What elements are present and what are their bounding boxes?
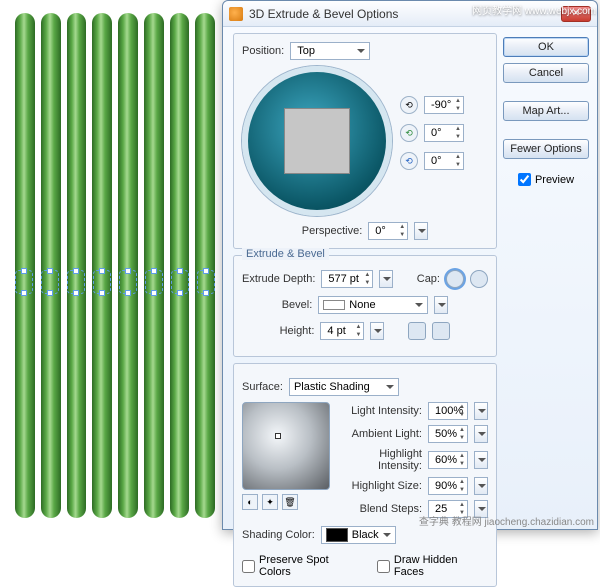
highlight-intensity-input[interactable]: 60%▲▼	[428, 451, 468, 469]
ok-button[interactable]: OK	[503, 37, 589, 57]
bevel-extent-out-icon[interactable]	[432, 322, 450, 340]
map-art-button[interactable]: Map Art...	[503, 101, 589, 121]
tube[interactable]	[170, 13, 190, 518]
blend-steps-input[interactable]: 25▲▼	[428, 500, 468, 518]
highlight-intensity-dd[interactable]	[474, 451, 488, 469]
light-intensity-dd[interactable]	[474, 402, 488, 420]
lighting-preview[interactable]	[242, 402, 330, 490]
bevel-height-dropdown[interactable]	[370, 322, 384, 340]
blend-steps-dd[interactable]	[474, 500, 488, 518]
dialog-title: 3D Extrude & Bevel Options	[249, 7, 398, 21]
bevel-height-label: Height:	[280, 325, 315, 337]
cap-label: Cap:	[417, 273, 440, 285]
rotate-x-input[interactable]: -90° ▲▼	[424, 96, 464, 114]
tube[interactable]	[41, 13, 61, 518]
tube[interactable]	[195, 13, 215, 518]
fewer-options-button[interactable]: Fewer Options	[503, 139, 589, 159]
light-intensity-label: Light Intensity:	[340, 405, 422, 417]
move-light-back-icon[interactable]: ◐	[242, 494, 258, 510]
rotate-z-input[interactable]: 0° ▲▼	[424, 152, 464, 170]
highlight-intensity-label: Highlight Intensity:	[340, 448, 422, 472]
position-group: Position: Top ⟲ -90° ▲▼	[233, 33, 497, 249]
rotate-y-input[interactable]: 0° ▲▼	[424, 124, 464, 142]
delete-light-icon[interactable]: 🗑	[282, 494, 298, 510]
tube[interactable]	[15, 13, 35, 518]
extrude-bevel-title: Extrude & Bevel	[242, 248, 329, 260]
blend-steps-label: Blend Steps:	[340, 503, 422, 515]
light-intensity-input[interactable]: 100%▲▼	[428, 402, 468, 420]
tube[interactable]	[67, 13, 87, 518]
dialog-titlebar[interactable]: 3D Extrude & Bevel Options ✕	[223, 1, 597, 27]
cap-off-icon[interactable]	[470, 270, 488, 288]
ambient-input[interactable]: 50%▲▼	[428, 425, 468, 443]
position-label: Position:	[242, 45, 284, 57]
surface-select[interactable]: Plastic Shading	[289, 378, 399, 396]
highlight-size-label: Highlight Size:	[340, 480, 422, 492]
rotate-x-icon[interactable]: ⟲	[400, 96, 418, 114]
app-icon	[229, 7, 243, 21]
window-close-button[interactable]: ✕	[561, 6, 591, 22]
draw-hidden-faces-checkbox[interactable]: Draw Hidden Faces	[377, 554, 488, 578]
highlight-size-input[interactable]: 90%▲▼	[428, 477, 468, 495]
ambient-label: Ambient Light:	[340, 428, 422, 440]
bevel-swatch	[323, 300, 345, 310]
surface-group: Surface: Plastic Shading ◐ ✦ 🗑	[233, 363, 497, 587]
light-handle[interactable]	[275, 433, 281, 439]
extrude-depth-input[interactable]: 577 pt ▲▼	[321, 270, 373, 288]
extrude-bevel-group: Extrude & Bevel Extrude Depth: 577 pt ▲▼…	[233, 255, 497, 357]
tube[interactable]	[92, 13, 112, 518]
new-light-icon[interactable]: ✦	[262, 494, 278, 510]
black-swatch	[326, 528, 348, 542]
tube[interactable]	[144, 13, 164, 518]
bevel-extent-in-icon[interactable]	[408, 322, 426, 340]
perspective-dropdown[interactable]	[414, 222, 428, 240]
bevel-label: Bevel:	[282, 299, 313, 311]
surface-label: Surface:	[242, 381, 283, 393]
preserve-spot-colors-checkbox[interactable]: Preserve Spot Colors	[242, 554, 361, 578]
rotate-y-icon[interactable]: ⟲	[400, 124, 418, 142]
perspective-label: Perspective:	[302, 225, 363, 237]
ambient-dd[interactable]	[474, 425, 488, 443]
position-select[interactable]: Top	[290, 42, 370, 60]
position-value: Top	[297, 45, 315, 57]
dialog-3d-extrude-bevel: 3D Extrude & Bevel Options ✕ Position: T…	[222, 0, 598, 530]
shading-color-label: Shading Color:	[242, 529, 315, 541]
cancel-button[interactable]: Cancel	[503, 63, 589, 83]
tubes-group	[10, 8, 220, 523]
bevel-dropdown[interactable]	[434, 296, 448, 314]
extrude-depth-label: Extrude Depth:	[242, 273, 315, 285]
bevel-select[interactable]: None	[318, 296, 428, 314]
rotate-z-icon[interactable]: ⟲	[400, 152, 418, 170]
rotation-trackball[interactable]	[242, 66, 392, 216]
extrude-depth-dropdown[interactable]	[379, 270, 393, 288]
illustrator-canvas[interactable]	[10, 8, 220, 523]
perspective-input[interactable]: 0° ▲▼	[368, 222, 408, 240]
tube[interactable]	[118, 13, 138, 518]
bevel-height-input[interactable]: 4 pt ▲▼	[320, 322, 364, 340]
shading-color-select[interactable]: Black	[321, 526, 396, 544]
highlight-size-dd[interactable]	[474, 477, 488, 495]
selection-band	[10, 270, 220, 294]
preview-checkbox[interactable]: Preview	[503, 173, 589, 186]
cap-on-icon[interactable]	[446, 270, 464, 288]
